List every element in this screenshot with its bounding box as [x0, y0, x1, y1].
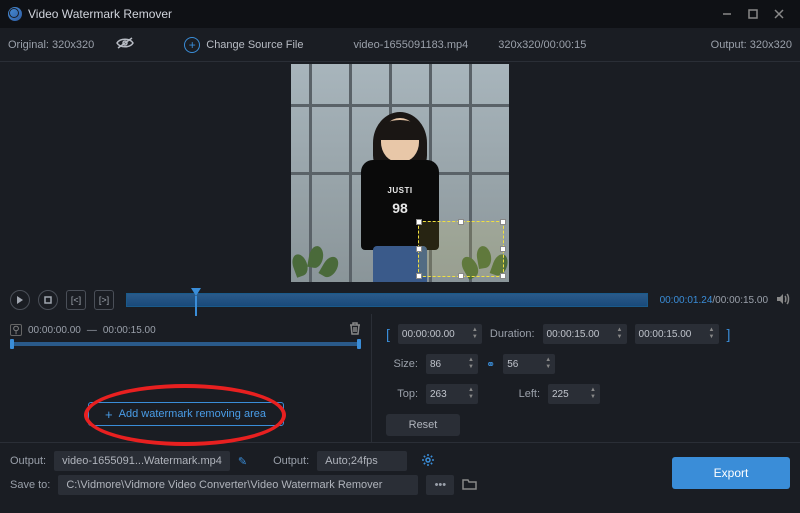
- left-label: Left:: [508, 388, 540, 400]
- output-format-field[interactable]: Auto;24fps: [317, 451, 407, 471]
- handle-ml[interactable]: [416, 246, 422, 252]
- clip-end-handle[interactable]: [357, 339, 361, 349]
- range-start: 00:00:00.00: [28, 325, 81, 336]
- video-frame[interactable]: JUSTI 98: [291, 64, 509, 282]
- save-to-label: Save to:: [10, 479, 50, 491]
- save-path-field[interactable]: C:\Vidmore\Vidmore Video Converter\Video…: [58, 475, 418, 495]
- range-end: 00:00:15.00: [103, 325, 156, 336]
- maximize-button[interactable]: [740, 4, 766, 24]
- clip-start-handle[interactable]: [10, 339, 14, 349]
- output-format-label: Output:: [273, 455, 309, 467]
- size-width-input[interactable]: 86▲▼: [426, 354, 478, 374]
- output-settings-icon[interactable]: [421, 453, 435, 470]
- handle-tl[interactable]: [416, 219, 422, 225]
- file-dim-duration: 320x320/00:00:15: [498, 39, 586, 51]
- change-source-button[interactable]: + Change Source File: [184, 37, 303, 53]
- volume-icon[interactable]: [776, 293, 790, 308]
- area-list-panel: ⚲ 00:00:00.00 — 00:00:15.00 + Add waterm…: [0, 314, 372, 442]
- add-watermark-area-button[interactable]: + Add watermark removing area: [88, 402, 284, 426]
- panels: ⚲ 00:00:00.00 — 00:00:15.00 + Add waterm…: [0, 314, 800, 442]
- link-aspect-icon[interactable]: ⚭: [486, 358, 495, 371]
- plus-icon: +: [184, 37, 200, 53]
- bracket-out-icon[interactable]: ]: [727, 326, 731, 342]
- handle-bl[interactable]: [416, 273, 422, 279]
- reset-button[interactable]: Reset: [386, 414, 460, 436]
- compare-toggle-icon[interactable]: [116, 37, 134, 52]
- app-title: Video Watermark Remover: [28, 7, 714, 21]
- export-button[interactable]: Export: [672, 457, 790, 489]
- timecode: 00:00:01.24/00:00:15.00: [660, 295, 768, 306]
- edit-output-icon[interactable]: ✎: [238, 455, 247, 468]
- watermark-selection-box[interactable]: [418, 221, 504, 277]
- timeline-scrubber[interactable]: [126, 293, 648, 307]
- frame-back-button[interactable]: [<]: [66, 290, 86, 310]
- handle-bm[interactable]: [458, 273, 464, 279]
- stop-button[interactable]: [38, 290, 58, 310]
- play-button[interactable]: [10, 290, 30, 310]
- handle-tm[interactable]: [458, 219, 464, 225]
- handle-tr[interactable]: [500, 219, 506, 225]
- output-file-label: Output:: [10, 455, 46, 467]
- original-label: Original: 320x320: [8, 39, 94, 51]
- frame-fwd-button[interactable]: [>]: [94, 290, 114, 310]
- preview-area: JUSTI 98: [0, 62, 800, 286]
- size-height-input[interactable]: 56▲▼: [503, 354, 555, 374]
- top-input[interactable]: 263▲▼: [426, 384, 478, 404]
- close-button[interactable]: [766, 4, 792, 24]
- minimize-button[interactable]: [714, 4, 740, 24]
- titlebar: Video Watermark Remover: [0, 0, 800, 28]
- footer: Output: video-1655091...Watermark.mp4 ✎ …: [0, 442, 800, 502]
- bracket-in-icon[interactable]: [: [386, 326, 390, 342]
- duration-input[interactable]: 00:00:15.00▲▼: [543, 324, 627, 344]
- anchor-icon[interactable]: ⚲: [10, 324, 22, 336]
- clip-track[interactable]: [10, 342, 361, 346]
- properties-panel: [ 00:00:00.00▲▼ Duration: 00:00:15.00▲▼ …: [372, 314, 800, 442]
- end-time-input[interactable]: 00:00:15.00▲▼: [635, 324, 719, 344]
- output-filename-field[interactable]: video-1655091...Watermark.mp4: [54, 451, 230, 471]
- top-label: Top:: [386, 388, 418, 400]
- handle-br[interactable]: [500, 273, 506, 279]
- filename-text: video-1655091183.mp4: [353, 39, 468, 51]
- app-logo-icon: [8, 7, 22, 21]
- open-folder-icon[interactable]: [462, 478, 477, 493]
- source-bar: Original: 320x320 + Change Source File v…: [0, 28, 800, 62]
- size-label: Size:: [386, 358, 418, 370]
- duration-label: Duration:: [490, 328, 535, 340]
- plant-left: [291, 234, 343, 282]
- output-dim-text: Output: 320x320: [711, 39, 792, 51]
- clip-range-row: ⚲ 00:00:00.00 — 00:00:15.00: [10, 322, 361, 338]
- playback-controls: [<] [>] 00:00:01.24/00:00:15.00: [0, 286, 800, 314]
- browse-save-button[interactable]: •••: [426, 475, 454, 495]
- delete-area-button[interactable]: [349, 322, 361, 338]
- start-time-input[interactable]: 00:00:00.00▲▼: [398, 324, 482, 344]
- handle-mr[interactable]: [500, 246, 506, 252]
- plus-icon: +: [105, 407, 113, 422]
- playhead[interactable]: [191, 288, 201, 296]
- left-input[interactable]: 225▲▼: [548, 384, 600, 404]
